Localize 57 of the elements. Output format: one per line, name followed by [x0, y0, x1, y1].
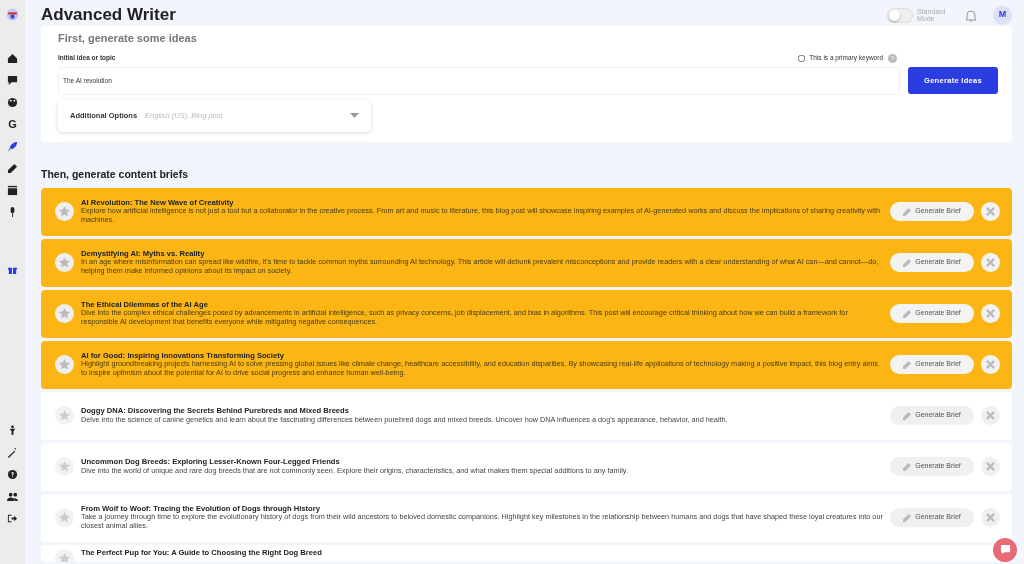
star-icon	[59, 461, 70, 473]
close-button[interactable]	[981, 508, 1000, 528]
star-icon	[59, 552, 70, 562]
star-icon	[59, 512, 70, 524]
home-icon[interactable]	[7, 53, 18, 64]
pencil-icon[interactable]	[7, 163, 18, 174]
star-icon	[59, 359, 70, 371]
close-icon	[986, 309, 995, 319]
star-icon	[59, 206, 70, 218]
close-icon	[986, 513, 995, 523]
pencil-icon	[903, 258, 912, 267]
star-button[interactable]	[55, 355, 74, 375]
star-button[interactable]	[55, 548, 74, 562]
star-button[interactable]	[55, 202, 74, 222]
person-icon[interactable]	[7, 425, 18, 436]
pencil-icon	[903, 513, 912, 522]
star-button[interactable]	[55, 253, 74, 273]
chat-icon[interactable]	[7, 75, 18, 86]
star-button[interactable]	[55, 508, 74, 528]
pencil-icon	[903, 462, 912, 471]
close-button[interactable]	[981, 406, 1000, 426]
pencil-icon	[903, 411, 912, 420]
users-icon[interactable]	[7, 491, 18, 502]
close-icon	[986, 258, 995, 268]
close-button[interactable]	[981, 253, 1000, 273]
caret-icon	[350, 113, 359, 119]
close-icon	[986, 207, 995, 217]
close-button[interactable]	[981, 304, 1000, 324]
close-button[interactable]	[981, 202, 1000, 222]
pencil-icon	[903, 360, 912, 369]
window-icon[interactable]	[7, 185, 18, 196]
close-icon	[986, 411, 995, 421]
logo-icon[interactable]	[6, 8, 19, 21]
notification-icon[interactable]	[965, 8, 977, 22]
logout-icon[interactable]	[7, 513, 18, 524]
avatar[interactable]: M	[993, 5, 1012, 25]
star-icon	[59, 257, 70, 269]
mode-toggle[interactable]	[887, 7, 913, 23]
close-icon	[986, 462, 995, 472]
chat-icon	[999, 544, 1011, 556]
close-icon	[986, 360, 995, 370]
star-icon	[59, 308, 70, 320]
sidebar-item[interactable]: G	[7, 119, 18, 130]
page-title: Advanced Writer	[41, 5, 176, 25]
pencil-icon	[903, 207, 912, 216]
star-button[interactable]	[55, 304, 74, 324]
wand-icon[interactable]	[7, 447, 18, 458]
section-heading: First, generate some ideas	[58, 32, 198, 46]
section-heading: Then, generate content briefs	[41, 167, 190, 181]
pencil-icon	[903, 309, 912, 318]
star-button[interactable]	[55, 457, 74, 477]
help-icon[interactable]	[7, 469, 18, 480]
star-icon	[59, 410, 70, 422]
checkbox[interactable]	[798, 54, 806, 62]
close-button[interactable]	[981, 457, 1000, 477]
star-button[interactable]	[55, 406, 74, 426]
close-button[interactable]	[981, 355, 1000, 375]
